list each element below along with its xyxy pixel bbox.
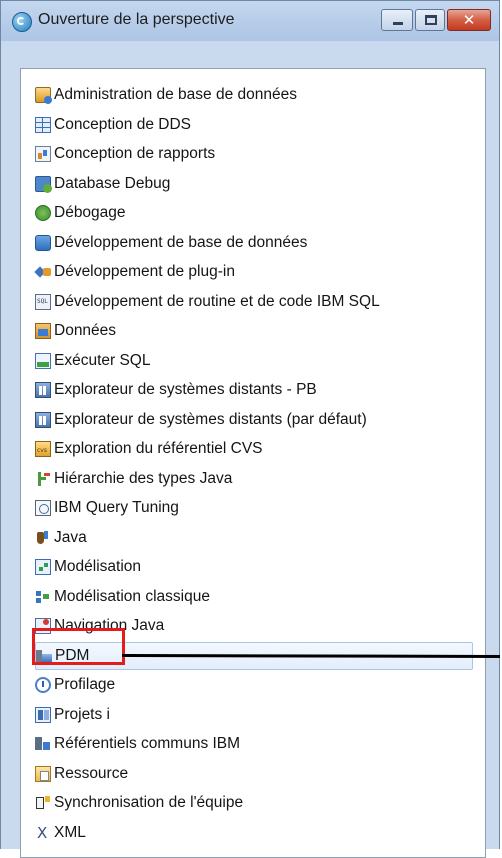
list-item-label: Projets i [54,706,110,723]
run-sql-icon [35,353,51,369]
list-item-label: Exploration du référentiel CVS [54,440,263,457]
list-item-ibm-query-tuning[interactable]: IBM Query Tuning [35,494,475,522]
list-item-label: Navigation Java [54,617,165,634]
list-item-debogage[interactable]: Débogage [35,199,475,227]
list-item-label: Exécuter SQL [54,352,151,369]
list-item-hierarchie-java[interactable]: Hiérarchie des types Java [35,465,475,493]
database-admin-icon [35,87,52,104]
list-item-label: Database Debug [54,175,171,192]
remote-systems-icon [35,382,51,398]
type-hierarchy-icon [35,471,51,487]
app-logo-icon [12,12,32,32]
resource-icon [35,766,51,782]
data-icon [35,323,51,339]
perspective-list[interactable]: Administration de base de données Concep… [20,68,486,858]
list-item-label: Données [54,322,117,339]
list-item-dev-base-donnees[interactable]: Développement de base de données [35,229,475,257]
list-item-label: Profilage [54,676,116,693]
team-sync-icon [35,795,51,811]
list-item-referentiels-ibm[interactable]: Référentiels communs IBM [35,730,475,758]
maximize-button[interactable] [415,9,445,31]
report-design-icon [35,146,51,162]
list-item-label: Explorateur de systèmes distants - PB [54,381,317,398]
close-icon: ✕ [462,11,476,29]
java-browsing-icon [35,618,51,634]
list-item-label: PDM [55,647,90,664]
dialog-title: Ouverture de la perspective [38,11,235,28]
list-item-dev-plugin[interactable]: Développement de plug-in [35,258,475,286]
list-item-label: Conception de DDS [54,116,191,133]
list-item-label: Java [54,529,87,546]
list-item-label: Modélisation classique [54,588,210,605]
list-item-label: Développement de base de données [54,234,308,251]
minimize-icon [393,22,403,25]
list-item-modelisation-classique[interactable]: Modélisation classique [35,583,475,611]
projects-i-icon [35,707,51,723]
list-item-donnees[interactable]: Données [35,317,475,345]
open-perspective-dialog: Ouverture de la perspective ✕ Administra… [0,0,500,858]
pdm-icon [36,648,52,664]
list-item-explorateur-defaut[interactable]: Explorateur de systèmes distants (par dé… [35,406,475,434]
list-item-conception-rapports[interactable]: Conception de rapports [35,140,475,168]
list-item-explorateur-pb[interactable]: Explorateur de systèmes distants - PB [35,376,475,404]
list-item-label: Hiérarchie des types Java [54,470,233,487]
list-item-synchronisation[interactable]: Synchronisation de l'équipe [35,789,475,817]
database-debug-icon [35,176,52,193]
list-item-label: Développement de routine et de code IBM … [54,293,380,310]
list-item-label: Ressource [54,765,129,782]
list-item-label: Développement de plug-in [54,263,235,280]
list-item-modelisation[interactable]: Modélisation [35,553,475,581]
list-item-xml[interactable]: XML [35,819,475,847]
classic-modeling-icon [35,589,51,605]
list-item-administration-bd[interactable]: Administration de base de données [35,81,475,109]
list-item-label: Synchronisation de l'équipe [54,794,244,811]
close-button[interactable]: ✕ [447,9,491,31]
list-item-executer-sql[interactable]: Exécuter SQL [35,347,475,375]
profiling-icon [35,677,51,693]
list-item-database-debug[interactable]: Database Debug [35,170,475,198]
list-item-label: IBM Query Tuning [54,499,179,516]
list-item-label: XML [54,824,86,841]
title-bar[interactable]: Ouverture de la perspective ✕ [1,1,499,41]
modeling-icon [35,559,51,575]
list-item-ressource[interactable]: Ressource [35,760,475,788]
plugin-icon [35,264,51,280]
minimize-button[interactable] [381,9,413,31]
list-item-exploration-cvs[interactable]: Exploration du référentiel CVS [35,435,475,463]
query-tuning-icon [35,500,51,516]
list-item-label: Débogage [54,204,126,221]
list-item-projets-i[interactable]: Projets i [35,701,475,729]
dds-grid-icon [35,117,51,133]
java-icon [35,530,51,546]
list-item-label: Explorateur de systèmes distants (par dé… [54,411,367,428]
remote-systems-icon [35,412,51,428]
list-item-java[interactable]: Java [35,524,475,552]
list-item-conception-dds[interactable]: Conception de DDS [35,111,475,139]
xml-icon [35,824,51,842]
list-item-profilage[interactable]: Profilage [35,671,475,699]
maximize-icon [425,15,437,25]
bug-icon [35,205,51,221]
list-item-label: Administration de base de données [54,86,297,103]
database-dev-icon [35,235,51,251]
shared-repositories-icon [35,736,51,752]
cvs-icon [35,441,51,457]
list-item-dev-routine-sql[interactable]: Développement de routine et de code IBM … [35,288,475,316]
list-item-label: Conception de rapports [54,145,216,162]
sql-icon [35,294,51,310]
list-item-label: Modélisation [54,558,142,575]
list-item-label: Référentiels communs IBM [54,735,241,752]
list-item-navigation-java[interactable]: Navigation Java [35,612,475,640]
